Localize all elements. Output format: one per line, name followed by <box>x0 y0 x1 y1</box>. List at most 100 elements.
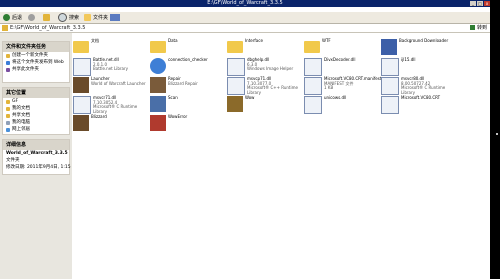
file-item[interactable]: Scan <box>150 95 226 116</box>
folder-icon <box>227 41 243 53</box>
go-icon <box>470 25 476 30</box>
file-item[interactable]: Interface <box>227 38 303 59</box>
file-item[interactable]: ijl15.dll <box>381 57 457 78</box>
file-description: World of Warcraft Launcher <box>91 80 146 86</box>
task-item[interactable]: 创建一个新文件夹 <box>3 52 69 59</box>
file-item[interactable]: unicows.dll <box>304 95 380 116</box>
wow-icon <box>73 77 89 93</box>
task-item[interactable]: 共享此文件夹 <box>3 66 69 73</box>
file-name: connection_checker <box>168 57 208 62</box>
address-bar[interactable]: E:\GF\World_of_Warcraft_3.3.5 转到 <box>0 24 490 33</box>
details-title[interactable]: 详细信息 <box>3 140 69 150</box>
go-button[interactable]: 转到 <box>457 24 487 32</box>
tasks-title[interactable]: 文件和文件夹任务 <box>3 42 69 52</box>
file-item[interactable]: WTF <box>304 38 380 59</box>
sidebar: 文件和文件夹任务 创建一个新文件夹 将这个文件夹发布到 Web 共享此文件夹 其… <box>0 33 72 279</box>
up-button[interactable] <box>43 14 50 21</box>
file-item[interactable]: Repair Blizzard Repair <box>150 76 226 97</box>
file-item[interactable]: msvcr80.dll 8.00.50727.42 Microsoft® C Run… <box>381 76 457 97</box>
places-panel: 其它位置 GF 我的文档 共享文档 我的电脑 网上邻居 <box>2 87 70 135</box>
file-item[interactable]: Blizzard <box>73 114 149 135</box>
file-item[interactable]: Launcher World of Warcraft Launcher <box>73 76 149 97</box>
place-item[interactable]: 我的电脑 <box>3 119 69 126</box>
place-item[interactable]: GF <box>3 98 69 105</box>
maximize-button[interactable]: □ <box>477 1 483 6</box>
wow-icon <box>73 115 89 131</box>
dll-icon <box>227 58 245 76</box>
minimize-button[interactable]: _ <box>470 1 476 6</box>
dll-icon <box>73 96 91 114</box>
dll-icon <box>304 77 322 95</box>
file-description: Windows Image Helper <box>247 66 294 71</box>
file-name: Data <box>168 38 178 43</box>
file-name: Interface <box>245 38 263 43</box>
file-name: unicows.dll <box>324 95 347 100</box>
forward-button[interactable] <box>28 14 35 21</box>
repair-icon <box>150 77 166 93</box>
shared-documents-icon <box>6 113 10 118</box>
search-icon <box>58 13 67 22</box>
file-item[interactable]: Microsoft.VC80.CRT <box>381 95 457 116</box>
share-icon <box>6 67 10 72</box>
title-bar: E:\GF\World_of_Warcraft_3.3.5 _ □ x <box>0 0 490 7</box>
scrollbar[interactable] <box>490 7 500 279</box>
close-button[interactable]: x <box>484 1 490 6</box>
details-panel: 详细信息 World_of_Warcraft_3.3.5 文件夹 修改日期: 2… <box>2 139 71 175</box>
up-folder-icon <box>43 14 50 21</box>
folders-button[interactable]: 文件夹 <box>84 14 108 21</box>
cursor-dot <box>496 133 498 135</box>
new-folder-icon <box>6 53 10 58</box>
task-item[interactable]: 将这个文件夹发布到 Web <box>3 59 69 66</box>
window-title: E:\GF\World_of_Warcraft_3.3.5 <box>207 0 283 6</box>
place-item[interactable]: 我的文档 <box>3 105 69 112</box>
file-name: WTF <box>322 38 331 43</box>
place-item[interactable]: 共享文档 <box>3 112 69 119</box>
file-description: Microsoft® C Runtime Library <box>93 104 138 114</box>
file-name: Background Downloader <box>399 38 449 43</box>
my-documents-icon <box>6 106 10 111</box>
dll-icon <box>304 58 322 76</box>
publish-icon <box>6 60 10 65</box>
file-item[interactable]: connection_checker <box>150 57 226 78</box>
bg-icon <box>381 39 397 55</box>
folder-icon <box>73 41 89 53</box>
file-item[interactable]: dbghelp.dll 6.3.0 Windows Image Helper <box>227 57 303 78</box>
folder-icon <box>304 41 320 53</box>
file-item[interactable]: Battle.net.dll 2.0.1.0 Battle.net Library <box>73 57 149 78</box>
views-button[interactable] <box>110 14 120 21</box>
file-name: ijl15.dll <box>401 57 416 62</box>
toolbar: 后退 搜索 文件夹 <box>0 12 490 24</box>
dll-icon <box>227 77 245 95</box>
back-button[interactable]: 后退 <box>3 14 22 21</box>
file-item[interactable]: WowError <box>150 114 226 135</box>
file-description: Blizzard Repair <box>168 80 198 86</box>
search-button[interactable]: 搜索 <box>58 13 79 22</box>
my-computer-icon <box>6 120 10 125</box>
network-icon <box>6 127 10 132</box>
folder-icon <box>2 25 8 31</box>
place-item[interactable]: 网上邻居 <box>3 126 69 133</box>
file-name: Scan <box>168 95 178 100</box>
file-description: Battle.net Library <box>93 66 128 71</box>
forward-arrow-icon <box>28 14 35 21</box>
file-name: Wow <box>245 95 255 100</box>
file-item[interactable]: Microsoft.VC80.CRT.manifest MANIFEST 文件 1 … <box>304 76 381 97</box>
file-description: Microsoft® C Runtime Library <box>401 85 446 95</box>
file-list: 文档 Data Interface WTF Background Downloader B… <box>73 33 490 279</box>
dll-icon <box>304 96 322 114</box>
file-item[interactable]: Background Downloader <box>381 38 457 59</box>
file-name: Blizzard <box>91 114 107 119</box>
file-name: WowError <box>168 114 188 119</box>
file-item[interactable]: Data <box>150 38 226 59</box>
address-input[interactable]: E:\GF\World_of_Warcraft_3.3.5 <box>10 25 85 31</box>
file-item[interactable]: 文档 <box>73 38 149 59</box>
file-description: 1 KB <box>324 85 334 90</box>
file-item[interactable]: msvcp71.dll 7.10.3077.0 Microsoft® C++ Run… <box>227 76 303 97</box>
file-item[interactable]: Wow <box>227 95 303 116</box>
file-item[interactable]: DivxDecoder.dll <box>304 57 380 78</box>
file-item[interactable]: msvcr71.dll 7.10.3052.4 Microsoft® C Runti… <box>73 95 149 116</box>
file-description: Microsoft® C++ Runtime Library <box>247 85 298 95</box>
places-title[interactable]: 其它位置 <box>3 88 69 98</box>
file-name: 文档 <box>91 38 99 43</box>
wowerror-icon <box>150 115 166 131</box>
